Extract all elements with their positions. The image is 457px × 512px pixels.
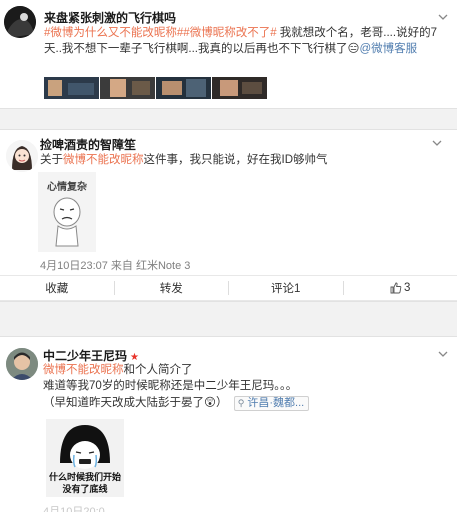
avatar-image-icon xyxy=(6,140,38,172)
avatar-image-icon xyxy=(6,348,38,380)
author-name[interactable]: 捡啤酒责的智障笙 xyxy=(40,136,136,153)
comment-button[interactable]: 评论1 xyxy=(229,276,343,300)
post-card-3: 中二少年王尼玛 ★ 微博不能改昵称和个人简介了 难道等我70岁的时候昵称还是中二少… xyxy=(0,337,457,512)
like-button[interactable]: 3 xyxy=(344,276,457,300)
favorite-button[interactable]: 收藏 xyxy=(0,276,114,300)
emoji: 😲 xyxy=(204,397,216,409)
post-text: #微博为什么又不能改昵称##微博昵称改不了# 我就想改个名，老哥....说好的7… xyxy=(44,25,444,57)
feed-divider xyxy=(0,301,457,337)
sticker-image[interactable]: 心情复杂 xyxy=(38,172,96,252)
post-text-line2: 难道等我70岁的时候昵称还是中二少年王尼玛。。。 xyxy=(43,380,298,392)
thumbnail-image[interactable] xyxy=(156,77,211,99)
image-thumbnails xyxy=(44,77,267,99)
post-timestamp-source: 4月10日23:07 来自 红米Note 3 xyxy=(40,260,191,272)
hashtag-link[interactable]: #微博昵称改不了# xyxy=(183,27,276,39)
post-timestamp-partial: 4月10日20:0 xyxy=(43,506,105,512)
sticker-image[interactable]: 什么时候我们开始 没有了底线 xyxy=(46,419,124,497)
thumbnail-image[interactable] xyxy=(100,77,155,99)
thumbnail-image[interactable] xyxy=(212,77,267,99)
repost-button[interactable]: 转发 xyxy=(115,276,229,300)
post-text-line1: 微博不能改昵称和个人简介了 xyxy=(43,364,193,376)
location-pin-icon: ⚲ xyxy=(237,398,245,408)
feed-divider xyxy=(0,108,457,130)
author-name[interactable]: 来盘紧张刺激的飞行棋吗 xyxy=(44,9,176,26)
mention-link[interactable]: @微博客服 xyxy=(359,43,417,55)
meme-face-icon xyxy=(53,197,81,247)
keyword-link[interactable]: 微博不能改昵称 xyxy=(43,364,124,376)
emoji: 😑 xyxy=(347,43,360,55)
post-card-1: 来盘紧张刺激的飞行棋吗 #微博为什么又不能改昵称##微博昵称改不了# 我就想改个… xyxy=(0,0,457,108)
chevron-down-icon[interactable] xyxy=(438,349,448,359)
post-text-line3: （早知道昨天改成大陆彭于晏了😲） ⚲ 许昌·魏都... xyxy=(43,395,310,411)
avatar[interactable] xyxy=(4,6,36,38)
post-body: 关于 xyxy=(40,154,63,166)
hashtag-link[interactable]: #微博为什么又不能改昵称# xyxy=(44,27,183,39)
chevron-down-icon[interactable] xyxy=(432,138,442,148)
thumbnail-image[interactable] xyxy=(44,77,99,99)
keyword-link[interactable]: 微博不能改昵称 xyxy=(63,154,144,166)
avatar-image-icon xyxy=(4,6,36,38)
avatar[interactable] xyxy=(6,140,38,172)
action-bar: 收藏 转发 评论1 3 xyxy=(0,275,457,301)
post-body: 这件事，我只能说，好在我ID够帅气 xyxy=(143,154,328,166)
post-text: 关于微博不能改昵称这件事，我只能说，好在我ID够帅气 xyxy=(40,152,440,168)
location-tag[interactable]: ⚲ 许昌·魏都... xyxy=(233,396,310,411)
avatar[interactable] xyxy=(6,348,38,380)
sticker-caption: 没有了底线 xyxy=(62,484,108,494)
chevron-down-icon[interactable] xyxy=(438,12,448,22)
thumbs-up-icon xyxy=(390,282,402,294)
